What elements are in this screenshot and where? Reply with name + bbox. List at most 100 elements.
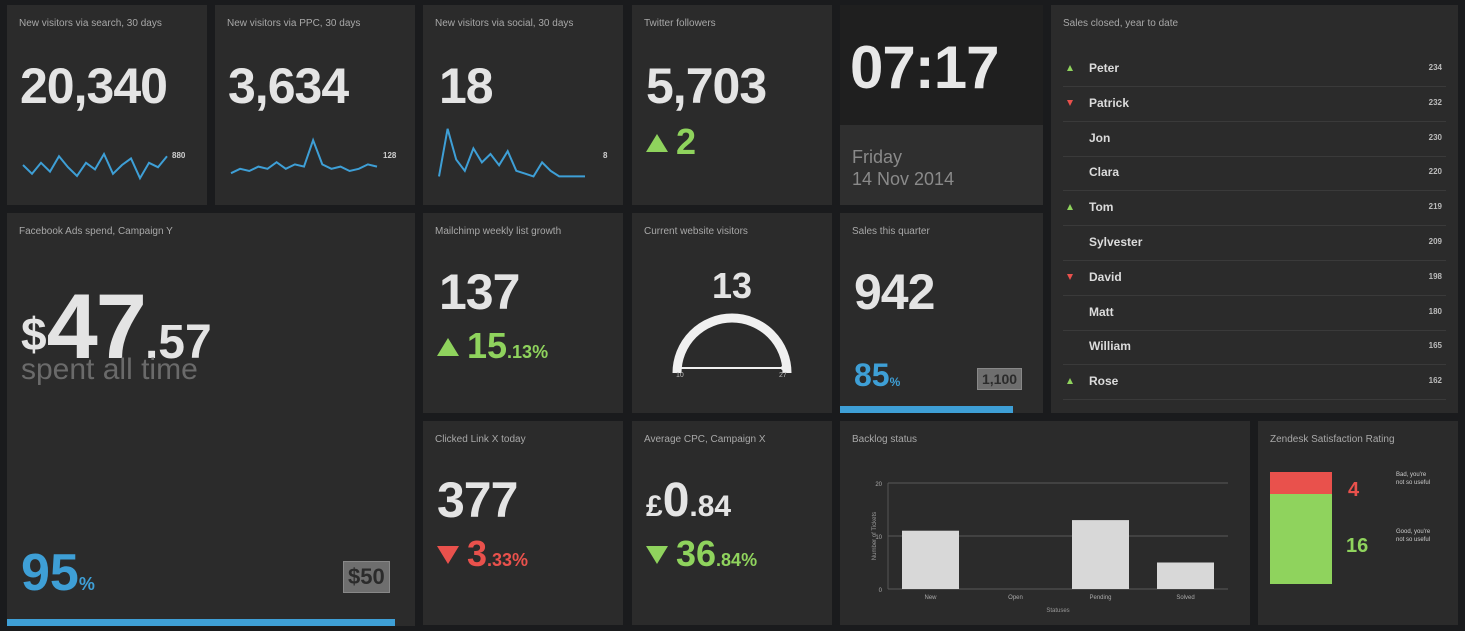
- change-indicator: 3.33%: [437, 533, 528, 575]
- spend-caption: spent all time: [21, 353, 198, 386]
- leaderboard-name: Clara: [1089, 165, 1120, 180]
- metric-value: 3,634: [228, 58, 349, 114]
- trend-down-icon: [1067, 99, 1073, 106]
- tile-title: New visitors via search, 30 days: [19, 18, 162, 29]
- x-tick-label: Pending: [1089, 595, 1111, 601]
- clock-day: Friday: [852, 147, 903, 167]
- tile-title: Sales this quarter: [852, 226, 930, 237]
- y-tick-label: 20: [875, 482, 882, 488]
- leaderboard-row[interactable]: Jon 230: [1063, 122, 1446, 157]
- goal-percent: 95%: [21, 543, 95, 603]
- goal-target: $50: [343, 561, 390, 593]
- cpc-amount: £0.84: [646, 473, 731, 528]
- tile-clock: 07:17 Friday 14 Nov 2014: [840, 5, 1043, 205]
- tile-average-cpc[interactable]: Average CPC, Campaign X £0.84 36.84%: [632, 421, 832, 625]
- tile-twitter-followers[interactable]: Twitter followers 5,703 2: [632, 5, 832, 205]
- leaderboard-row[interactable]: Matt 180: [1063, 296, 1446, 331]
- tile-title: Mailchimp weekly list growth: [435, 226, 562, 237]
- x-tick-label: Open: [1008, 595, 1023, 601]
- change-decimal: .33%: [487, 550, 529, 570]
- x-tick-label: New: [924, 595, 937, 601]
- change-decimal: .13%: [507, 342, 549, 362]
- tile-ppc-visitors[interactable]: New visitors via PPC, 30 days 3,634 128: [215, 5, 415, 205]
- leaderboard-value: 162: [1428, 376, 1442, 386]
- metric-value: 377: [437, 472, 518, 528]
- bar: [902, 530, 959, 589]
- leaderboard-name: Rose: [1089, 374, 1119, 389]
- tile-title: New visitors via social, 30 days: [435, 18, 574, 29]
- tile-mailchimp-growth[interactable]: Mailchimp weekly list growth 137 15.13%: [423, 213, 623, 413]
- percent-unit: %: [78, 574, 95, 594]
- x-axis-label: Statuses: [1046, 608, 1069, 614]
- satisfaction-bad-count: 4: [1348, 479, 1360, 501]
- tile-clicked-link[interactable]: Clicked Link X today 377 3.33%: [423, 421, 623, 625]
- tile-search-visitors[interactable]: New visitors via search, 30 days 20,340 …: [7, 5, 207, 205]
- goal-progress-bar: [7, 619, 395, 626]
- metric-value: 137: [439, 264, 520, 320]
- satisfaction-bad-label: Bad, you're not so useful: [1396, 472, 1431, 486]
- leaderboard-value: 209: [1428, 237, 1442, 246]
- leaderboard-name: Peter: [1089, 61, 1120, 75]
- leaderboard-value: 219: [1428, 202, 1442, 212]
- bar: [1157, 562, 1214, 589]
- gauge-value: 13: [711, 265, 753, 306]
- leaderboard-row[interactable]: Rose 162: [1063, 365, 1446, 401]
- metric-value: 20,340: [20, 58, 168, 114]
- change-decimal: .84%: [716, 550, 758, 570]
- tile-title: Current website visitors: [644, 226, 748, 237]
- change-whole: 36: [676, 533, 717, 574]
- sparkline-max-label: 880: [172, 151, 186, 160]
- leaderboard-value: 220: [1428, 167, 1442, 177]
- tile-title: Average CPC, Campaign X: [644, 434, 766, 445]
- trend-down-icon: [646, 546, 668, 564]
- leaderboard-row[interactable]: David 198: [1063, 261, 1446, 296]
- tile-social-visitors[interactable]: New visitors via social, 30 days 18 8: [423, 5, 623, 205]
- change-value: 2: [676, 121, 697, 162]
- leaderboard-name: Jon: [1089, 130, 1111, 145]
- trend-up-icon: [646, 134, 668, 152]
- amount-whole: 0: [662, 474, 690, 527]
- change-indicator: 15.13%: [437, 325, 548, 367]
- bar: [1072, 520, 1129, 589]
- leaderboard-value: 232: [1428, 97, 1442, 107]
- satisfaction-bad-bar: [1270, 472, 1332, 495]
- tile-backlog-status[interactable]: Backlog status 0 10 20 Number of Tickets New…: [840, 421, 1250, 625]
- leaderboard-row[interactable]: Patrick 232: [1063, 87, 1446, 122]
- backlog-bar-chart: 01020Number of TicketsNew Open Pending Solv…: [872, 482, 1228, 614]
- leaderboard-row[interactable]: Sylvester 209: [1063, 226, 1446, 261]
- leaderboard-name: William: [1089, 339, 1131, 354]
- currency-symbol: £: [646, 490, 663, 523]
- gauge: [672, 313, 792, 374]
- tile-title: Clicked Link X today: [435, 434, 526, 445]
- goal-target: 1,100: [977, 368, 1023, 390]
- trend-up-icon: [1067, 204, 1073, 211]
- change-indicator: 2: [646, 121, 696, 163]
- leaderboard-row[interactable]: Tom 219: [1063, 191, 1446, 227]
- tile-title: Zendesk Satisfaction Rating: [1270, 434, 1395, 445]
- metric-value: 18: [439, 58, 494, 114]
- tile-title: Twitter followers: [644, 18, 716, 29]
- tile-current-visitors[interactable]: Current website visitors 13 10 27: [632, 213, 832, 413]
- tile-satisfaction[interactable]: Zendesk Satisfaction Rating 4 16 Bad, yo…: [1258, 421, 1458, 625]
- leaderboard-row[interactable]: Clara 220: [1063, 156, 1446, 192]
- tile-facebook-spend[interactable]: Facebook Ads spend, Campaign Y $47.57 sp…: [7, 213, 415, 626]
- sparkline-max-label: 8: [603, 151, 608, 160]
- sparkline: [438, 128, 585, 178]
- goal-percent: 85%: [854, 357, 900, 394]
- satisfaction-good-bar: [1270, 494, 1332, 584]
- leaderboard-value: 165: [1428, 341, 1442, 351]
- tile-sales-leaderboard[interactable]: Sales closed, year to date Peter 234 Patri…: [1051, 5, 1458, 413]
- change-indicator: 36.84%: [646, 533, 757, 575]
- leaderboard-row[interactable]: William 165: [1063, 330, 1446, 366]
- tile-title: Backlog status: [852, 434, 918, 445]
- trend-up-icon: [1067, 378, 1073, 385]
- change-whole: 15: [467, 325, 508, 366]
- clock-date: 14 Nov 2014: [852, 169, 955, 189]
- trend-down-icon: [437, 546, 459, 564]
- satisfaction-good-label: Good, you're not so useful: [1396, 529, 1431, 543]
- tile-sales-quarter[interactable]: Sales this quarter 942 85% 1,100: [840, 213, 1043, 413]
- metric-value: 5,703: [646, 58, 767, 114]
- y-axis-label: Number of Tickets: [872, 512, 878, 560]
- leaderboard-row[interactable]: Peter 234: [1063, 52, 1446, 87]
- gauge-min: 10: [676, 372, 684, 379]
